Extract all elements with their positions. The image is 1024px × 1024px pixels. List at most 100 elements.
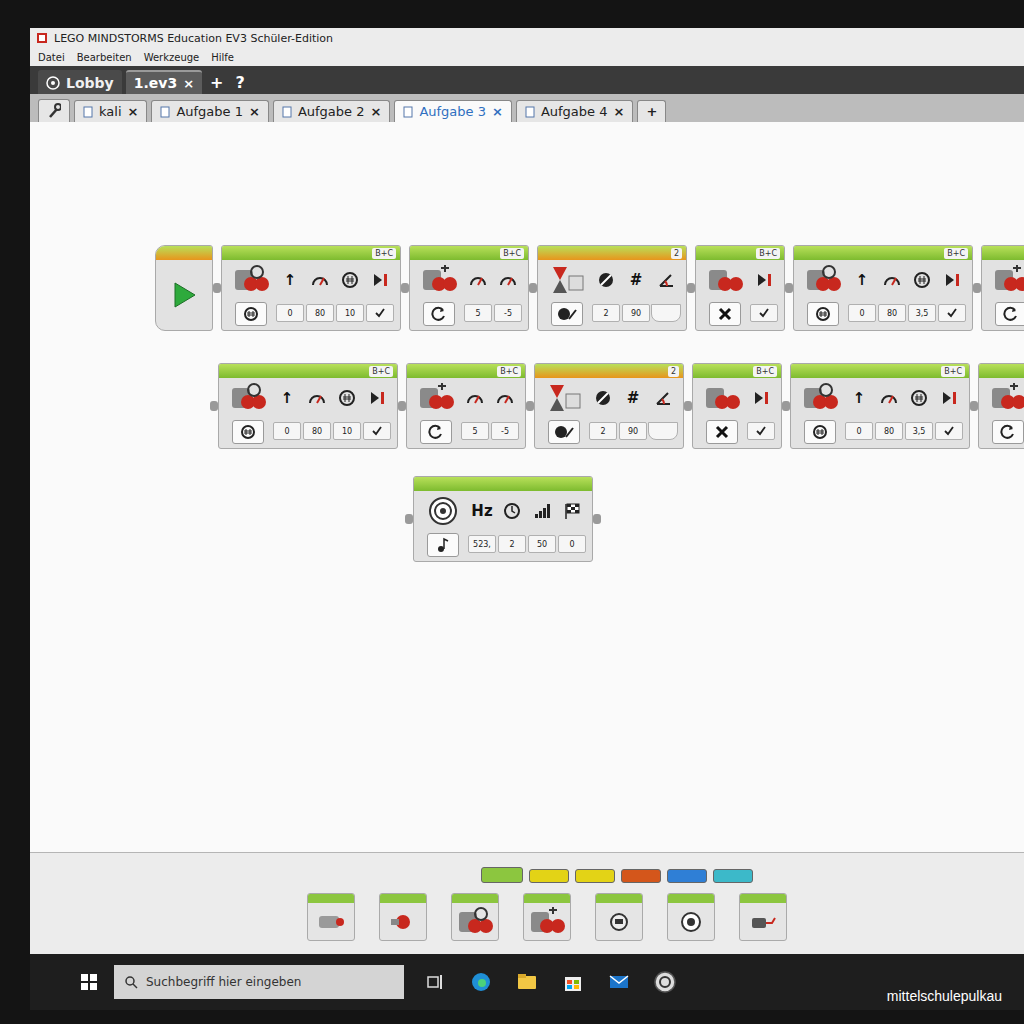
move-steering-block[interactable]: B+C↑0803,5 — [793, 245, 973, 331]
menu-item[interactable]: Bearbeiten — [77, 52, 132, 63]
wait-block[interactable]: 22#90 — [537, 245, 687, 331]
palette-tab[interactable] — [713, 869, 753, 883]
motor-stop-block[interactable]: B+C — [692, 363, 782, 449]
palette-tab[interactable] — [529, 869, 569, 883]
param-value[interactable]: 523, — [468, 535, 496, 553]
param-value[interactable]: 0 — [848, 304, 876, 322]
param-value[interactable]: -5 — [494, 304, 522, 322]
brake-toggle[interactable] — [366, 304, 394, 322]
taskbar-app[interactable] — [558, 967, 588, 997]
palette-block[interactable] — [451, 893, 499, 941]
param-value[interactable]: 5 — [461, 422, 489, 440]
param-value[interactable]: -5 — [491, 422, 519, 440]
move-tank-block[interactable]: B+C 5-5 — [409, 245, 529, 331]
start-block[interactable] — [155, 245, 213, 331]
mode-selector[interactable] — [551, 302, 583, 326]
mode-selector[interactable] — [420, 420, 452, 444]
param-value[interactable]: 0 — [558, 535, 586, 553]
palette-tab[interactable] — [621, 869, 661, 883]
param-value[interactable]: 10 — [333, 422, 361, 440]
port-selector[interactable]: B+C — [756, 248, 780, 259]
brake-toggle[interactable] — [750, 304, 778, 322]
palette-block[interactable] — [667, 893, 715, 941]
port-selector[interactable]: 2 — [668, 366, 679, 377]
taskbar-app[interactable] — [420, 967, 450, 997]
close-tab-button[interactable]: × — [371, 104, 382, 119]
port-selector[interactable]: B+C — [500, 248, 524, 259]
taskbar-app[interactable] — [512, 967, 542, 997]
project-action-button[interactable]: + — [206, 71, 227, 94]
param-value[interactable]: 80 — [875, 422, 903, 440]
brake-toggle[interactable] — [938, 304, 966, 322]
move-steering-block[interactable]: B+C↑0803,5 — [790, 363, 970, 449]
mode-selector[interactable] — [548, 420, 580, 444]
motor-stop-block[interactable]: B+C — [695, 245, 785, 331]
wait-block[interactable]: 22#90 — [534, 363, 684, 449]
port-selector[interactable]: B+C — [372, 248, 396, 259]
port-selector[interactable]: B+C — [369, 366, 393, 377]
brake-toggle[interactable] — [747, 422, 775, 440]
param-value[interactable]: 90 — [619, 422, 647, 440]
brake-toggle[interactable] — [935, 422, 963, 440]
program-tab[interactable]: Aufgabe 2× — [273, 100, 391, 122]
param-value[interactable]: 90 — [622, 304, 650, 322]
move-steering-block[interactable]: B+C↑08010 — [218, 363, 398, 449]
param-value[interactable]: 10 — [336, 304, 364, 322]
palette-tab[interactable] — [667, 869, 707, 883]
palette-block[interactable] — [595, 893, 643, 941]
param-value[interactable]: 50 — [528, 535, 556, 553]
mode-selector[interactable] — [232, 420, 264, 444]
mode-selector[interactable] — [427, 533, 459, 557]
taskbar-app[interactable] — [604, 967, 634, 997]
param-value[interactable]: 5 — [464, 304, 492, 322]
port-selector[interactable]: B+C — [753, 366, 777, 377]
project-properties-tab[interactable] — [38, 99, 70, 122]
port-selector[interactable]: B+C — [497, 366, 521, 377]
menu-item[interactable]: Werkzeuge — [144, 52, 200, 63]
menu-item[interactable]: Hilfe — [211, 52, 234, 63]
project-tab[interactable]: Lobby — [38, 70, 122, 94]
taskbar-app[interactable] — [650, 967, 680, 997]
palette-block[interactable] — [379, 893, 427, 941]
mode-selector[interactable] — [995, 302, 1024, 326]
search-field[interactable]: Suchbegriff hier eingeben — [114, 965, 404, 999]
param-value[interactable]: 80 — [878, 304, 906, 322]
param-value[interactable]: 2 — [498, 535, 526, 553]
param-value[interactable]: 80 — [306, 304, 334, 322]
project-tab[interactable]: 1.ev3× — [126, 70, 202, 94]
add-program-button[interactable]: + — [637, 100, 666, 122]
palette-block[interactable] — [307, 893, 355, 941]
mode-selector[interactable] — [807, 302, 839, 326]
output-slot[interactable] — [648, 422, 678, 440]
menu-item[interactable]: Datei — [38, 52, 65, 63]
mode-selector[interactable] — [235, 302, 267, 326]
palette-block[interactable] — [523, 893, 571, 941]
mode-selector[interactable] — [423, 302, 455, 326]
mode-selector[interactable] — [992, 420, 1024, 444]
move-steering-block[interactable]: B+C↑08010 — [221, 245, 401, 331]
param-value[interactable]: 3,5 — [905, 422, 933, 440]
program-tab[interactable]: Aufgabe 4× — [516, 100, 634, 122]
param-value[interactable]: 2 — [592, 304, 620, 322]
move-tank-block[interactable] — [978, 363, 1024, 449]
close-tab-button[interactable]: × — [183, 76, 194, 91]
param-value[interactable]: 0 — [273, 422, 301, 440]
palette-tab[interactable] — [575, 869, 615, 883]
palette-tab[interactable] — [481, 867, 523, 883]
program-tab[interactable]: kali× — [74, 100, 147, 122]
sound-block[interactable]: Hz523,2500 — [413, 476, 593, 562]
mode-selector[interactable] — [709, 302, 741, 326]
param-value[interactable]: 80 — [303, 422, 331, 440]
port-selector[interactable]: B+C — [941, 366, 965, 377]
move-tank-block[interactable] — [981, 245, 1024, 331]
programming-canvas[interactable]: B+C↑08010B+C5-522#90B+CB+C↑0803,5B+C↑080… — [30, 122, 1024, 852]
param-value[interactable]: 0 — [276, 304, 304, 322]
project-action-button[interactable]: ? — [231, 71, 248, 94]
program-tab[interactable]: Aufgabe 3× — [394, 100, 512, 122]
program-tab[interactable]: Aufgabe 1× — [151, 100, 269, 122]
brake-toggle[interactable] — [363, 422, 391, 440]
param-value[interactable]: 2 — [589, 422, 617, 440]
close-tab-button[interactable]: × — [492, 104, 503, 119]
move-tank-block[interactable]: B+C 5-5 — [406, 363, 526, 449]
output-slot[interactable] — [651, 304, 681, 322]
